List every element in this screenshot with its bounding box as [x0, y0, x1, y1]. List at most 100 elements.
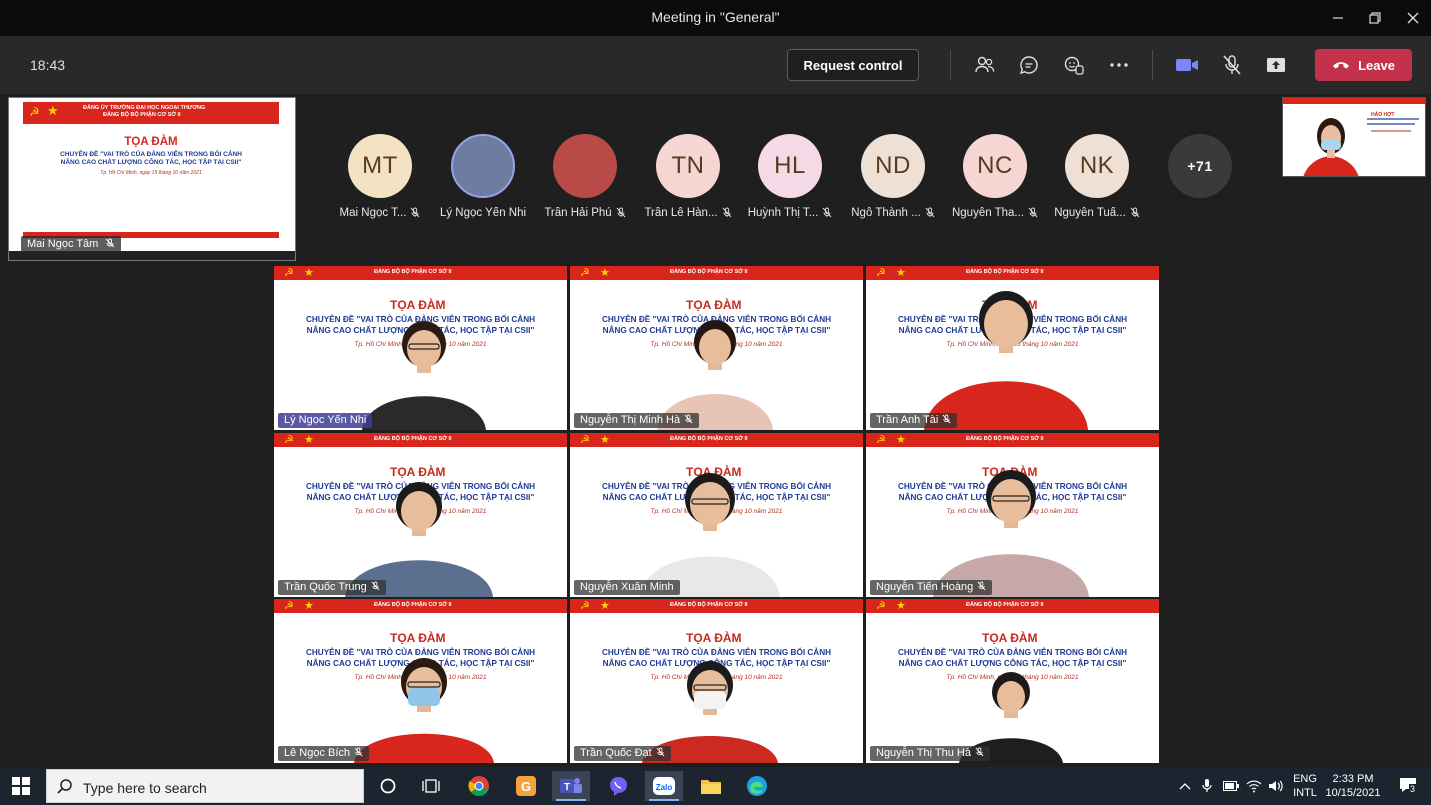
more-actions-button[interactable]: [1107, 53, 1131, 77]
taskbar-search-box[interactable]: Type here to search: [46, 769, 364, 803]
participant-video: [642, 661, 778, 763]
notification-button[interactable]: 3: [1398, 776, 1420, 796]
volume-icon[interactable]: [1268, 779, 1284, 793]
mic-off-icon: [722, 207, 731, 218]
slide-line-2: NÂNG CAO CHẤT LƯỢNG CÔNG TÁC, HỌC TẬP TẠ…: [60, 159, 242, 166]
participant-video: [345, 482, 493, 597]
participant-0[interactable]: MT Mai Ngọc T...: [330, 134, 430, 254]
restore-icon: [1369, 12, 1381, 24]
minimize-button[interactable]: [1320, 0, 1356, 36]
slide-header: ☭ ★ ĐẢNG ỦY TRƯỜNG ĐẠI HỌC NGOẠI THƯƠNG …: [23, 102, 279, 124]
search-icon: [57, 779, 72, 794]
close-button[interactable]: [1395, 0, 1431, 36]
mic-off-icon: [1028, 207, 1038, 218]
participant-name-chip: Trần Quốc Đạt: [574, 746, 671, 761]
video-tile[interactable]: ☭★ĐẢNG BỘ BỘ PHẬN CƠ SỞ IITỌA ĐÀMCHUYÊN …: [570, 433, 863, 597]
clock-area[interactable]: 2:33 PM 10/15/2021: [1319, 772, 1387, 800]
self-view-video[interactable]: HẢO HỢT: [1282, 97, 1426, 177]
participant-1[interactable]: Lý Ngọc Yến Nhi: [433, 134, 533, 254]
participant-3[interactable]: TN Trần Lê Hàn...: [638, 134, 738, 254]
video-tile[interactable]: ☭★ĐẢNG BỘ BỘ PHẬN CƠ SỞ IITỌA ĐÀMCHUYÊN …: [866, 433, 1159, 597]
video-tile[interactable]: ☭★ĐẢNG BỘ BỘ PHẬN CƠ SỞ IITỌA ĐÀMCHUYÊN …: [274, 266, 567, 430]
task-view-icon: [422, 779, 440, 793]
cortana-button[interactable]: [369, 771, 407, 801]
video-tile[interactable]: ☭★ĐẢNG BỘ BỘ PHẬN CƠ SỞ IITỌA ĐÀMCHUYÊN …: [866, 599, 1159, 763]
presenter-name: Mai Ngọc Tâm: [27, 238, 99, 250]
video-tile[interactable]: ☭★ĐẢNG BỘ BỘ PHẬN CƠ SỞ IITỌA ĐÀMCHUYÊN …: [866, 266, 1159, 430]
video-tile[interactable]: ☭★ĐẢNG BỘ BỘ PHẬN CƠ SỞ IITỌA ĐÀMCHUYÊN …: [570, 266, 863, 430]
shared-screen-preview[interactable]: ☭ ★ ĐẢNG ỦY TRƯỜNG ĐẠI HỌC NGOẠI THƯƠNG …: [8, 97, 296, 261]
participant-5[interactable]: ND Ngô Thành ...: [843, 134, 943, 254]
flag-icon: ☭: [29, 105, 40, 119]
participants-button[interactable]: [973, 53, 997, 77]
windows-logo-icon: [12, 777, 30, 795]
video-tile[interactable]: ☭★ĐẢNG BỘ BỘ PHẬN CƠ SỞ IITỌA ĐÀMCHUYÊN …: [274, 433, 567, 597]
start-button[interactable]: [12, 777, 30, 800]
participant-name-chip: Lê Ngọc Bích: [278, 746, 370, 761]
participant-2[interactable]: Trần Hải Phú: [535, 134, 635, 254]
leave-button[interactable]: Leave: [1315, 49, 1412, 81]
participant-name-chip: Nguyễn Thị Minh Hà: [574, 413, 700, 428]
slide-title: TỌA ĐÀM: [124, 136, 178, 148]
teams-meeting-window: Meeting in "General" 18:43 Request contr…: [0, 0, 1431, 805]
teams-icon: T: [560, 778, 582, 793]
participant-name: Trần Quốc Trung: [284, 581, 367, 593]
participant-name: Ngô Thành ...: [837, 207, 949, 219]
chrome-app[interactable]: [460, 771, 498, 801]
taskbar-date: 10/15/2021: [1325, 787, 1381, 799]
language-indicator[interactable]: ENG INTL: [1290, 772, 1320, 800]
participant-name: Trần Lê Hàn...: [632, 207, 744, 219]
minimize-icon: [1333, 17, 1343, 19]
reactions-button[interactable]: [1062, 53, 1086, 77]
participant-name-chip: Trần Anh Tài: [870, 413, 958, 428]
chevron-up-icon[interactable]: [1179, 781, 1191, 791]
hang-up-icon: [1333, 62, 1350, 69]
zalo-app[interactable]: Zalo: [645, 771, 683, 801]
folder-icon: [701, 780, 721, 794]
camera-button[interactable]: [1175, 53, 1199, 77]
task-view-button[interactable]: [413, 771, 451, 801]
meeting-timer: 18:43: [30, 57, 66, 73]
participant-name: Lê Ngọc Bích: [284, 747, 351, 759]
participant-initials: TN: [656, 134, 720, 198]
participant-4[interactable]: HL Huỳnh Thị T...: [740, 134, 840, 254]
participant-initials: MT: [348, 134, 412, 198]
participant-name: Mai Ngọc T...: [324, 207, 436, 219]
participant-name: Nguyễn Thị Minh Hà: [580, 414, 681, 426]
file-explorer-app[interactable]: [692, 771, 730, 801]
microphone-button[interactable]: [1220, 53, 1244, 77]
title-bar: Meeting in "General": [0, 0, 1431, 36]
raise-hand-icon: [1064, 56, 1084, 75]
restore-button[interactable]: [1357, 0, 1393, 36]
video-tile[interactable]: ☭★ĐẢNG BỘ BỘ PHẬN CƠ SỞ IITỌA ĐÀMCHUYÊN …: [274, 599, 567, 763]
request-control-button[interactable]: Request control: [787, 49, 919, 81]
wifi-icon[interactable]: [1246, 779, 1262, 793]
edge-app[interactable]: [738, 771, 776, 801]
battery-icon[interactable]: [1223, 781, 1239, 791]
participant-name: Trần Quốc Đạt: [580, 747, 652, 759]
chat-icon: [1019, 56, 1038, 75]
participant-name: Nguyễn Tiến Hoàng: [876, 581, 974, 593]
participant-photo: [451, 134, 515, 198]
participant-name: Trần Hải Phú: [529, 207, 641, 219]
participant-6[interactable]: NC Nguyễn Tha...: [945, 134, 1045, 254]
viber-app[interactable]: [599, 771, 637, 801]
participant-name-text: Lý Ngọc Yến Nhi: [439, 207, 527, 219]
participant-video: [924, 291, 1088, 430]
chat-button[interactable]: [1017, 53, 1041, 77]
microphone-tray-icon[interactable]: [1202, 778, 1212, 794]
slide-line-1: CHUYÊN ĐỀ "VAI TRÒ CỦA ĐẢNG VIÊN TRONG B…: [60, 151, 242, 158]
more-icon: [1110, 63, 1128, 67]
participant-name: Nguyễn Xuân Minh: [580, 581, 674, 593]
onlyoffice-app[interactable]: G: [507, 771, 545, 801]
participant-8[interactable]: +71: [1150, 134, 1250, 254]
video-gallery: ☭ ★ ĐẢNG BỘ BỘ PHẬN CƠ SỞ II TỌA ĐÀM CHUYÊN …: [274, 266, 1159, 763]
office-app-icon: G: [516, 776, 536, 796]
edge-icon: [747, 776, 767, 796]
participant-7[interactable]: NK Nguyễn Tuấ...: [1047, 134, 1147, 254]
participant-photo: [553, 134, 617, 198]
video-tile[interactable]: ☭★ĐẢNG BỘ BỘ PHẬN CƠ SỞ IITỌA ĐÀMCHUYÊN …: [570, 599, 863, 763]
share-screen-button[interactable]: [1264, 53, 1288, 77]
teams-app[interactable]: T: [552, 771, 590, 801]
participant-initials: HL: [758, 134, 822, 198]
